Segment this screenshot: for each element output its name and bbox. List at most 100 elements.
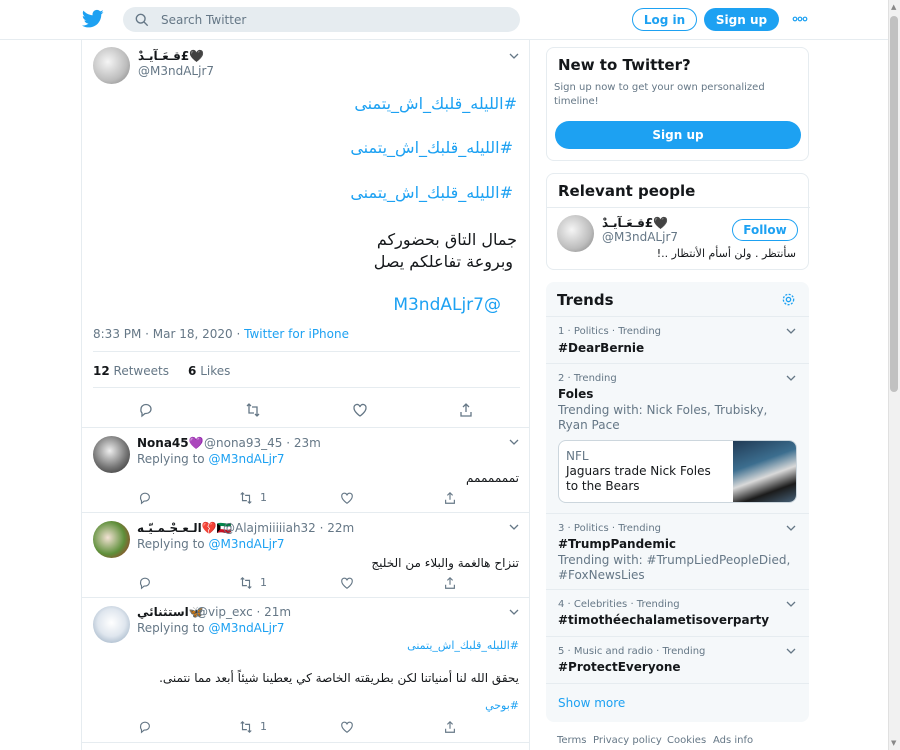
follow-button[interactable]: Follow bbox=[732, 219, 798, 241]
reply-hashtag[interactable]: #بوحي bbox=[485, 699, 519, 712]
search-box[interactable] bbox=[123, 7, 520, 32]
trend-name[interactable]: #timothéechalametisoverparty bbox=[558, 613, 769, 627]
reply-icon[interactable] bbox=[138, 491, 152, 505]
news-thumbnail[interactable] bbox=[733, 441, 796, 502]
reply-icon[interactable] bbox=[138, 402, 154, 418]
reply-author-handle[interactable]: @Alajmiiiiiah32 · 22m bbox=[223, 521, 354, 535]
news-headline[interactable]: Jaguars trade Nick Foles to the Bears bbox=[566, 464, 726, 494]
trend-item[interactable]: 3 · Politics · Trending #TrumpPandemic T… bbox=[546, 513, 809, 589]
tweet-hashtag[interactable]: #الليله_قلبك_اش_يتمنى bbox=[354, 94, 517, 113]
reply-icon[interactable] bbox=[138, 576, 152, 590]
retweet-icon[interactable] bbox=[245, 402, 261, 418]
reply-author-handle[interactable]: @vip_exc · 21m bbox=[196, 605, 291, 619]
twitter-logo-icon[interactable] bbox=[82, 9, 104, 29]
trend-name[interactable]: #DearBernie bbox=[558, 341, 644, 355]
chevron-down-icon[interactable] bbox=[786, 525, 796, 531]
footer-ads-info-link[interactable]: Ads info bbox=[713, 735, 753, 746]
reply-author-name[interactable]: Nona45💜 bbox=[137, 436, 204, 450]
person-handle[interactable]: @M3ndALjr7 bbox=[602, 230, 678, 244]
settings-gear-icon[interactable] bbox=[781, 292, 796, 307]
reply-icon[interactable] bbox=[138, 720, 152, 734]
tweet-text-line: وبروعة تفاعلكم يصل bbox=[373, 252, 513, 271]
scroll-up-arrow-icon[interactable]: ▲ bbox=[891, 3, 896, 11]
share-icon[interactable] bbox=[443, 491, 457, 505]
like-icon[interactable] bbox=[340, 491, 354, 505]
footer-terms-link[interactable]: Terms bbox=[557, 735, 586, 746]
footer-privacy-link[interactable]: Privacy policy bbox=[593, 735, 662, 746]
avatar[interactable] bbox=[93, 47, 130, 84]
trend-name[interactable]: #TrumpPandemic bbox=[558, 537, 676, 551]
avatar[interactable] bbox=[93, 521, 130, 558]
reply-tweet[interactable]: Nona45💜 @nona93_45 · 23m Replying to @M3… bbox=[82, 427, 529, 512]
retweets-label[interactable]: Retweets bbox=[114, 364, 169, 378]
like-icon[interactable] bbox=[340, 576, 354, 590]
chevron-down-icon[interactable] bbox=[786, 601, 796, 607]
login-button[interactable]: Log in bbox=[632, 8, 697, 31]
reply-tweet[interactable]: الـعـجْـمـيّـه💔🇰🇼 @Alajmiiiiiah32 · 22m … bbox=[82, 512, 529, 597]
replying-to-mention[interactable]: @M3ndALjr7 bbox=[208, 621, 284, 635]
card-title: New to Twitter? bbox=[558, 56, 691, 74]
trend-item[interactable]: 2 · Trending Foles Trending with: Nick F… bbox=[546, 363, 809, 513]
tweet-source-link[interactable]: Twitter for iPhone bbox=[244, 327, 349, 341]
tweet-time[interactable]: 8:33 PM · Mar 18, 2020 · bbox=[93, 327, 244, 341]
person-bio: سأنتظر . ولن أسأم الأنتظار ..! bbox=[656, 247, 796, 260]
chevron-down-icon[interactable] bbox=[509, 609, 519, 615]
like-icon[interactable] bbox=[340, 720, 354, 734]
signup-card-button[interactable]: Sign up bbox=[555, 121, 801, 149]
like-count[interactable]: 6 bbox=[188, 364, 196, 378]
chevron-down-icon[interactable] bbox=[786, 648, 796, 654]
search-input[interactable] bbox=[161, 12, 461, 27]
like-icon[interactable] bbox=[352, 402, 368, 418]
chevron-down-icon[interactable] bbox=[509, 439, 519, 445]
avatar[interactable] bbox=[93, 436, 130, 473]
scrollbar-thumb[interactable] bbox=[890, 16, 898, 392]
footer-cookies-link[interactable]: Cookies bbox=[667, 735, 706, 746]
chevron-down-icon[interactable] bbox=[786, 375, 796, 381]
reply-tweet[interactable]: استثنائي🦋 @vip_exc · 21m Replying to @M3… bbox=[82, 597, 529, 742]
trend-item[interactable]: 4 · Celebrities · Trending #timothéechal… bbox=[546, 589, 809, 636]
signup-button[interactable]: Sign up bbox=[704, 8, 779, 31]
tweet-hashtag[interactable]: #الليله_قلبك_اش_يتمنى bbox=[350, 138, 513, 157]
likes-label[interactable]: Likes bbox=[200, 364, 230, 378]
share-icon[interactable] bbox=[443, 576, 457, 590]
trend-meta: 5 · Music and radio · Trending bbox=[558, 646, 706, 657]
scroll-down-arrow-icon[interactable]: ▼ bbox=[891, 739, 896, 747]
chevron-down-icon[interactable] bbox=[509, 53, 519, 59]
reply-hashtag[interactable]: #الليله_قلبك_اش_يتمنى bbox=[407, 639, 519, 652]
show-more-row[interactable]: Show more bbox=[546, 683, 809, 722]
person-name[interactable]: قـعَـآيـدْ£🖤 bbox=[602, 216, 668, 230]
trend-related: Trending with: #TrumpLiedPeopleDied, #Fo… bbox=[558, 553, 791, 582]
new-to-twitter-card: New to Twitter? Sign up now to get your … bbox=[546, 47, 809, 161]
tweet-mention[interactable]: @M3ndALjr7 bbox=[393, 295, 501, 315]
show-more-link[interactable]: Show more bbox=[558, 696, 625, 710]
tweet-hashtag[interactable]: #الليله_قلبك_اش_يتمنى bbox=[350, 183, 513, 202]
avatar[interactable] bbox=[93, 606, 130, 643]
replying-to-mention[interactable]: @M3ndALjr7 bbox=[208, 452, 284, 466]
avatar[interactable] bbox=[557, 215, 594, 252]
author-name[interactable]: قـعَـآيـدْ£🖤 bbox=[138, 49, 204, 63]
news-card[interactable]: NFL Jaguars trade Nick Foles to the Bear… bbox=[558, 440, 797, 503]
retweet-icon[interactable] bbox=[239, 720, 253, 734]
share-icon[interactable] bbox=[443, 720, 457, 734]
trend-name[interactable]: #ProtectEveryone bbox=[558, 660, 681, 674]
retweet-icon[interactable] bbox=[239, 576, 253, 590]
trend-item[interactable]: 5 · Music and radio · Trending #ProtectE… bbox=[546, 636, 809, 683]
chevron-down-icon[interactable] bbox=[509, 524, 519, 530]
reply-author-name[interactable]: الـعـجْـمـيّـه💔🇰🇼 bbox=[137, 521, 232, 535]
search-icon bbox=[135, 13, 149, 26]
retweet-icon[interactable] bbox=[239, 491, 253, 505]
chevron-down-icon[interactable] bbox=[786, 328, 796, 334]
card-title: Relevant people bbox=[558, 182, 696, 200]
more-options-icon[interactable] bbox=[792, 11, 808, 27]
reply-author-handle[interactable]: @nona93_45 · 23m bbox=[204, 436, 321, 450]
trend-name[interactable]: Foles bbox=[558, 387, 593, 401]
replying-to-mention[interactable]: @M3ndALjr7 bbox=[208, 537, 284, 551]
tweet-timestamp: 8:33 PM · Mar 18, 2020 · Twitter for iPh… bbox=[93, 327, 349, 341]
retweet-count[interactable]: 12 bbox=[93, 364, 110, 378]
author-handle[interactable]: @M3ndALjr7 bbox=[138, 64, 214, 78]
divider bbox=[93, 387, 520, 388]
reply-text: يحقق الله لنا أمنياتنا لكن بطريقته الخاص… bbox=[159, 671, 519, 685]
reply-author-name[interactable]: استثنائي🦋 bbox=[137, 605, 204, 619]
share-icon[interactable] bbox=[458, 402, 474, 418]
trend-item[interactable]: 1 · Politics · Trending #DearBernie bbox=[546, 316, 809, 363]
